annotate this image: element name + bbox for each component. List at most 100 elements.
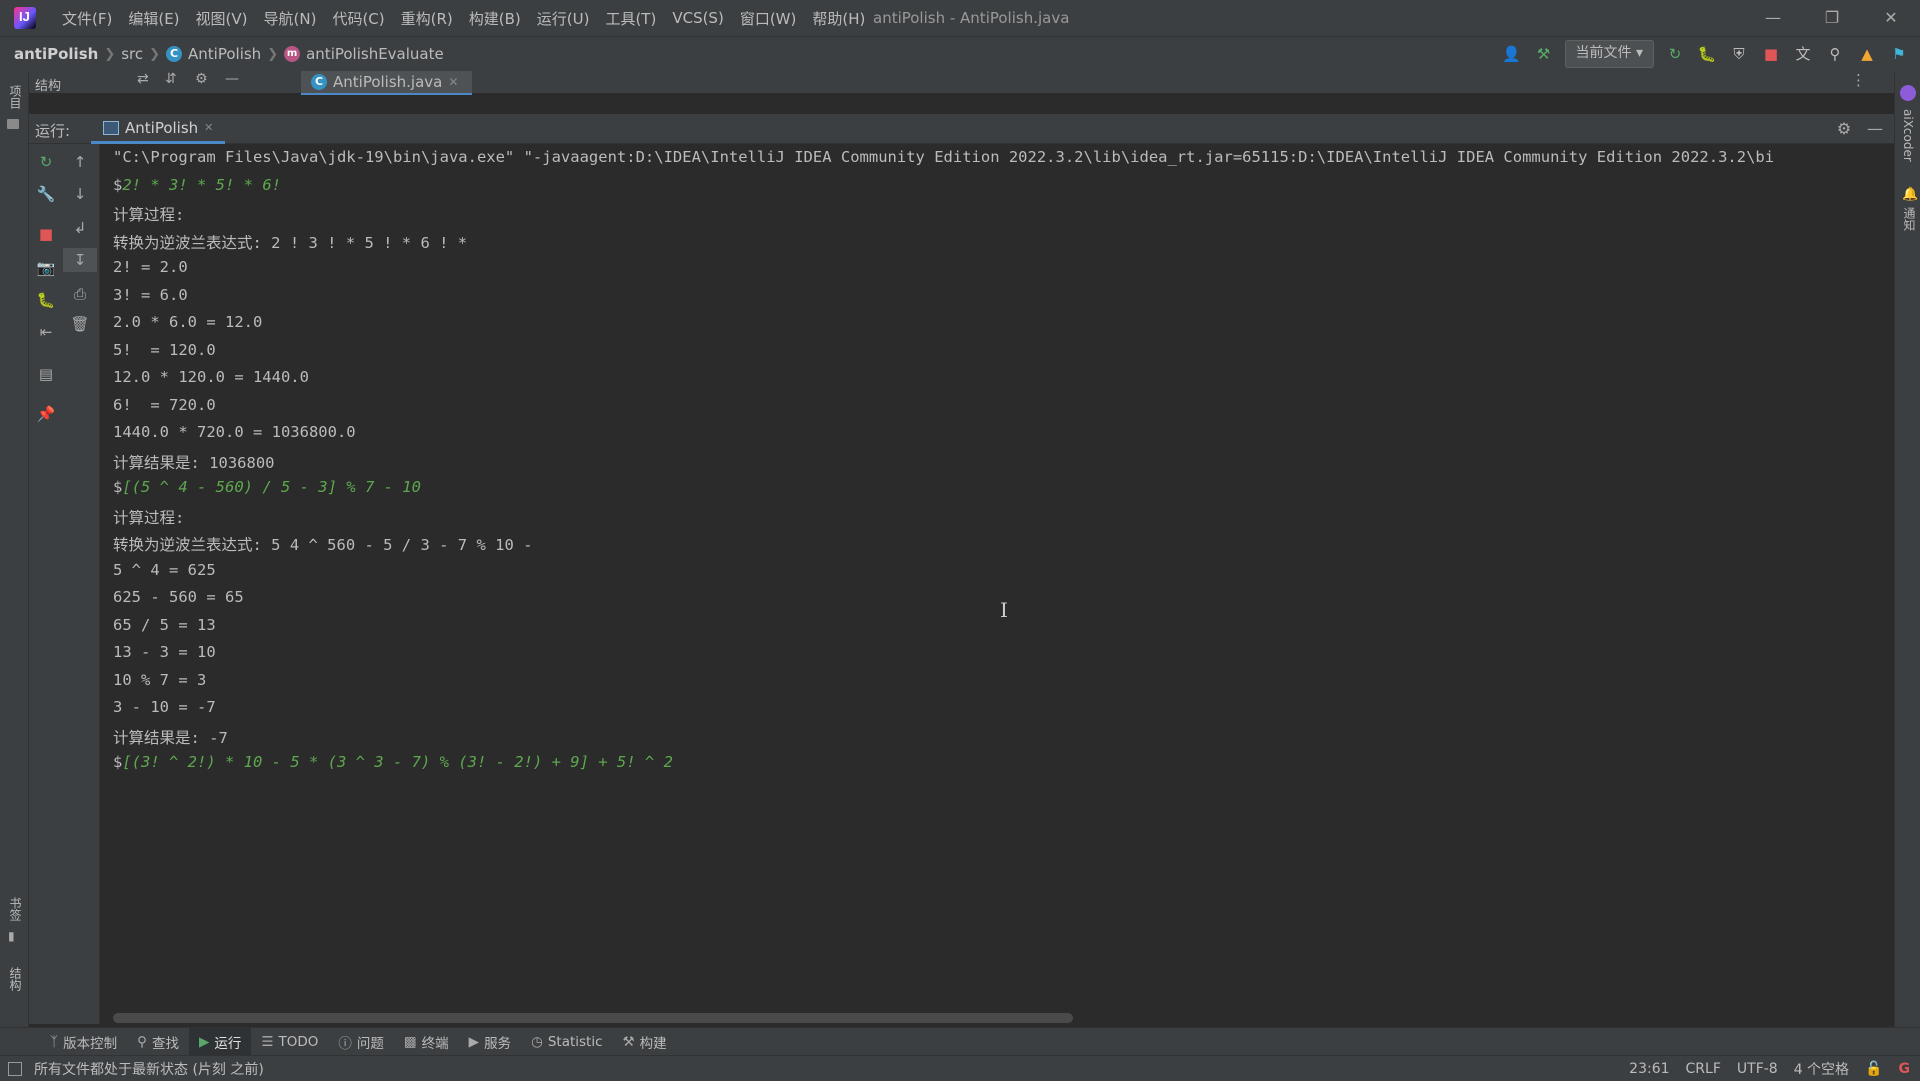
print-icon[interactable]: ⎙ (63, 282, 97, 306)
editor-tab-label: AntiPolish.java (333, 73, 443, 91)
breadcrumb-method[interactable]: antiPolishEvaluate (306, 45, 444, 63)
bottom-tabs: ᛉ 版本控制 ⚲ 查找 ▶ 运行 ☰ TODO ⓘ 问题 ▩ 终端 ▶ 服务 ◷ Statistic ⚒ 构建 (40, 1028, 677, 1056)
editor-tab-antipolish[interactable]: C AntiPolish.java ✕ (301, 71, 473, 95)
coverage-shield-icon[interactable]: ⛨ (1728, 43, 1750, 65)
bottom-tab[interactable]: ▶ 服务 (459, 1028, 521, 1056)
console-output-line: "C:\Program Files\Java\jdk-19\bin\java.e… (113, 148, 1775, 166)
rerun-icon[interactable]: ↻ (29, 150, 63, 174)
camera-icon[interactable]: 📷 (29, 256, 63, 280)
minimize-icon[interactable]: — (1744, 0, 1802, 36)
menu-item[interactable]: VCS(S) (664, 9, 731, 27)
console-input-text: [(3! ^ 2!) * 10 - 5 * (3 ^ 3 - 7) % (3! … (122, 753, 673, 771)
sort-icon[interactable]: ⇄ (137, 71, 149, 87)
more-options-icon[interactable]: ⋮ (1851, 71, 1866, 89)
run-toolbar-primary: ↻ 🔧 ■ 📷 🐛 ⇤ ▤ 📌 (29, 144, 63, 1024)
bottom-tab[interactable]: ▶ 运行 (189, 1028, 252, 1056)
aixcoder-tool-button[interactable]: aiXcoder (1901, 109, 1915, 162)
exit-icon[interactable]: ⇤ (29, 320, 63, 344)
user-icon[interactable]: 👤▾ (1501, 43, 1523, 85)
run-panel-header: 运行: AntiPolish ✕ ⚙ — (29, 114, 1894, 144)
settings-gear-icon[interactable]: ⚙ (1834, 119, 1854, 139)
settings-gear-icon[interactable]: ⚙ (195, 71, 208, 87)
run-configuration-select[interactable]: 当前文件 ▾ (1564, 40, 1654, 68)
bottom-tab-label: 终端 (421, 1036, 449, 1052)
rerun-icon[interactable]: ↻ (1664, 43, 1686, 65)
intellij-logo-icon: IJ (14, 7, 36, 29)
layout-icon[interactable]: ▤ (29, 362, 63, 386)
menu-item[interactable]: 构建(B) (461, 8, 529, 29)
menu-item[interactable]: 窗口(W) (732, 8, 805, 29)
translate-icon[interactable]: 文 (1792, 43, 1814, 65)
terminal-icon: ▩ (403, 1034, 417, 1050)
play-icon: ▶ (199, 1034, 210, 1050)
breadcrumb-class[interactable]: AntiPolish (188, 45, 261, 63)
stop-icon[interactable]: ■ (1760, 43, 1782, 65)
project-tool-button[interactable]: 项目 (7, 85, 24, 109)
chevron-right-icon: ❯ (267, 46, 279, 62)
console-output[interactable]: "C:\Program Files\Java\jdk-19\bin\java.e… (100, 144, 1894, 1014)
class-icon: C (311, 74, 327, 90)
debug-bug-icon[interactable]: 🐛 (1696, 43, 1718, 65)
bottom-tab[interactable]: ▩ 终端 (394, 1028, 459, 1056)
trash-icon[interactable]: 🗑 (63, 312, 97, 336)
wrench-icon[interactable]: 🔧 (29, 182, 63, 206)
structure-tool-button[interactable]: 结构 (7, 967, 24, 991)
breadcrumb: antiPolish ❯ src ❯ C AntiPolish ❯ m anti… (14, 37, 444, 71)
search-icon[interactable]: ⚲ (1824, 43, 1846, 65)
menu-item[interactable]: 工具(T) (597, 8, 664, 29)
console-output-line: 10 % 7 = 3 (113, 670, 207, 689)
pin-icon[interactable]: 📌 (29, 402, 63, 426)
indent-setting[interactable]: 4 个空格 (1794, 1059, 1849, 1079)
bottom-tab[interactable]: ⓘ 问题 (328, 1028, 394, 1056)
bottom-tab[interactable]: ᛉ 版本控制 (40, 1028, 127, 1056)
restore-icon[interactable]: ❐ (1803, 0, 1861, 36)
breadcrumb-project[interactable]: antiPolish (14, 45, 98, 63)
minimize-panel-icon[interactable]: — (225, 71, 239, 87)
file-encoding[interactable]: UTF-8 (1737, 1061, 1778, 1077)
console-input-text: [(5 ^ 4 - 560) / 5 - 3] % 7 - 10 (122, 478, 421, 496)
stop-icon[interactable]: ■ (29, 222, 63, 246)
cursor-position[interactable]: 23:61 (1629, 1061, 1669, 1077)
expand-all-icon[interactable]: ⇵ (165, 71, 177, 87)
console-output-line: 计算结果是: 1036800 (113, 453, 275, 472)
arrow-up-icon[interactable]: ↑ (63, 150, 97, 174)
title-bar: IJ 文件(F) 编辑(E) 视图(V) 导航(N) 代码(C) 重构(R) 构建(B) 运行… (0, 0, 1920, 36)
bottom-tab[interactable]: ⚲ 查找 (127, 1028, 189, 1056)
plugin-logo-icon[interactable]: ⚑ (1888, 43, 1910, 65)
close-tab-icon[interactable]: ✕ (448, 75, 458, 89)
close-tab-icon[interactable]: ✕ (204, 121, 213, 134)
console-output-line: 3 - 10 = -7 (113, 698, 216, 716)
menu-item[interactable]: 代码(C) (324, 8, 392, 29)
bottom-tab[interactable]: ⚒ 构建 (613, 1028, 677, 1056)
soft-wrap-icon[interactable]: ↲ (63, 216, 97, 240)
menu-item[interactable]: 帮助(H) (804, 8, 873, 29)
lock-icon[interactable]: 🔓 (1865, 1061, 1882, 1077)
statistic-icon: ◷ (531, 1034, 543, 1050)
run-tab-antipolish[interactable]: AntiPolish ✕ (91, 114, 226, 144)
update-icon[interactable]: ▲ (1856, 43, 1878, 65)
branch-icon: ᛉ (50, 1034, 59, 1050)
menu-item[interactable]: 运行(U) (529, 8, 598, 29)
build-hammer-icon[interactable]: ⚒ (1533, 43, 1555, 65)
notifications-tool-button[interactable]: 通知 (1901, 207, 1918, 231)
breadcrumb-folder[interactable]: src (121, 45, 143, 63)
line-separator[interactable]: CRLF (1686, 1061, 1721, 1077)
scroll-to-end-icon[interactable]: ↧ (63, 248, 97, 272)
status-square-icon[interactable] (8, 1062, 22, 1076)
hide-panel-icon[interactable]: — (1865, 119, 1885, 139)
close-icon[interactable]: ✕ (1862, 0, 1920, 36)
console-prompt: $ (113, 478, 123, 496)
arrow-down-icon[interactable]: ↓ (63, 182, 97, 206)
bottom-tab[interactable]: ☰ TODO (251, 1028, 328, 1056)
menu-item[interactable]: 重构(R) (393, 8, 461, 29)
bookmarks-tool-button[interactable]: 书签 (7, 897, 24, 921)
menu-item[interactable]: 视图(V) (188, 8, 256, 29)
menu-item[interactable]: 编辑(E) (120, 8, 187, 29)
google-logo-icon[interactable]: G (1899, 1061, 1911, 1077)
horizontal-scrollbar[interactable] (113, 1013, 1073, 1023)
notification-bell-icon: 🔔 (1902, 187, 1919, 202)
menu-item[interactable]: 文件(F) (54, 8, 120, 29)
debug-bug-icon[interactable]: 🐛 (29, 288, 63, 312)
menu-item[interactable]: 导航(N) (256, 8, 325, 29)
bottom-tab[interactable]: ◷ Statistic (521, 1028, 612, 1056)
